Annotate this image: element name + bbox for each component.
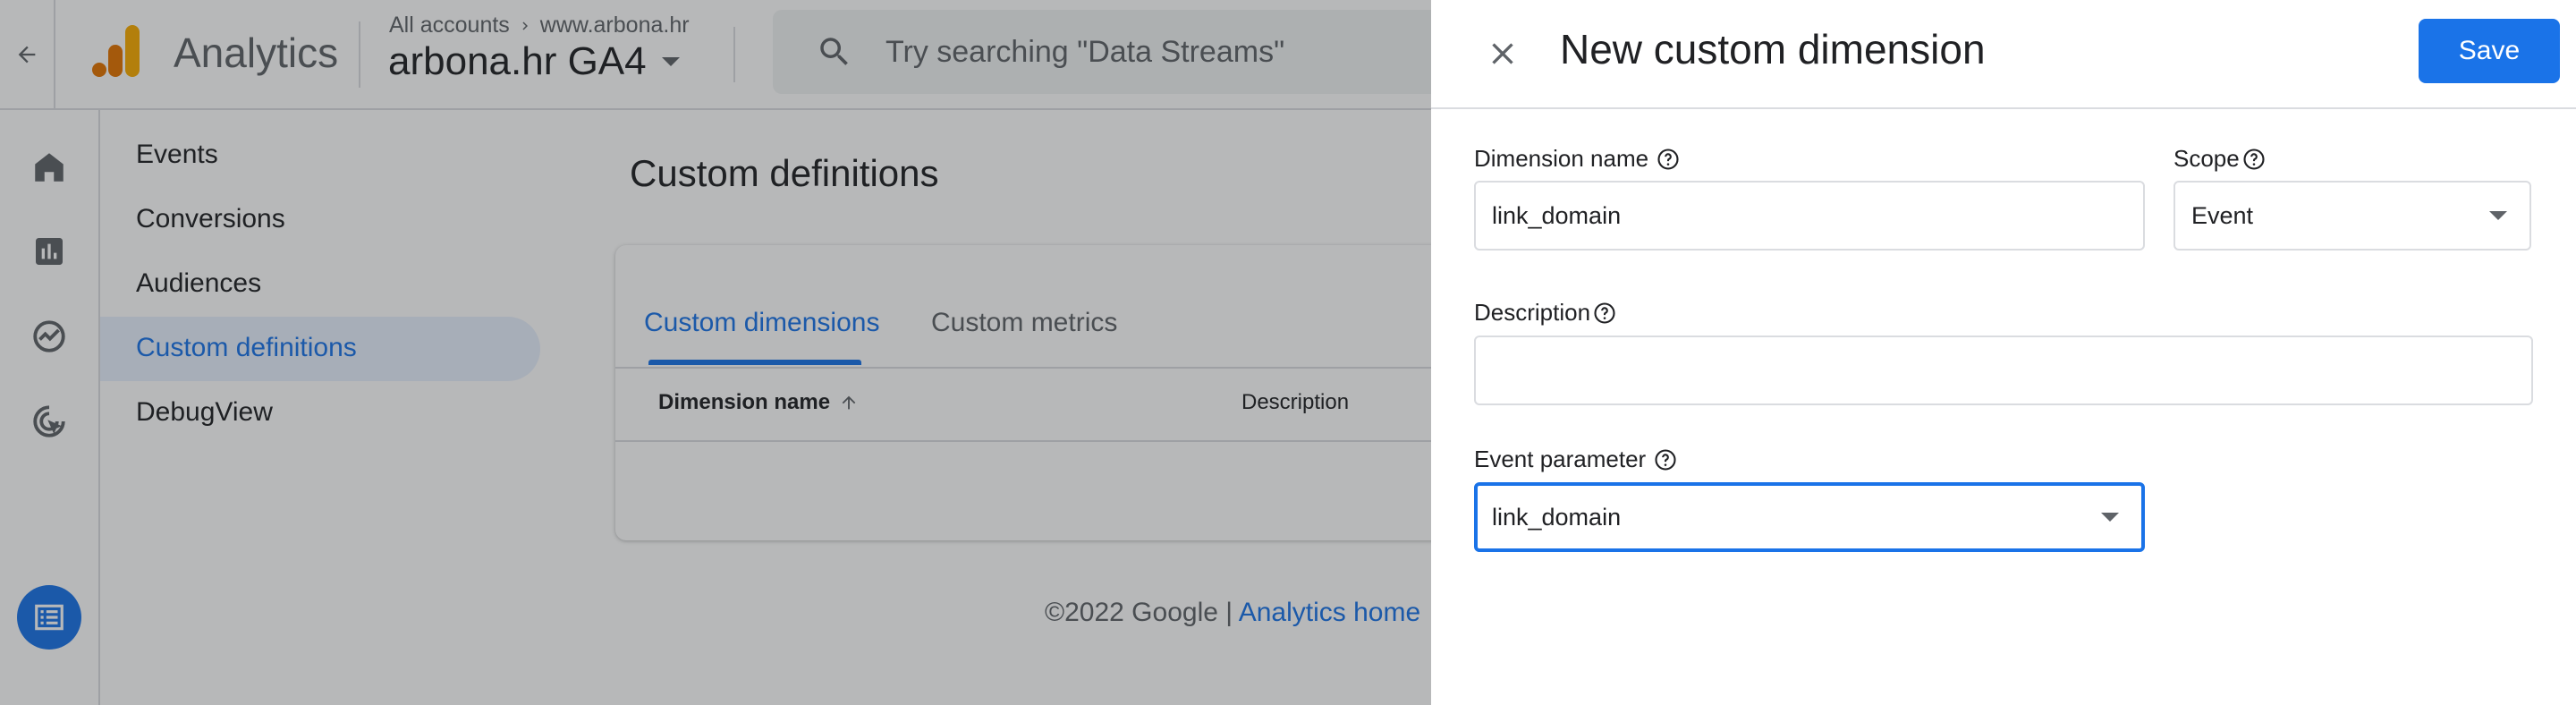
- event-parameter-selected-value: link_domain: [1492, 503, 1622, 531]
- description-label: Description: [1474, 299, 1617, 327]
- field-label-text: Event parameter: [1474, 446, 1647, 472]
- scope-label: Scope: [2174, 145, 2267, 173]
- help-icon[interactable]: [1592, 301, 1617, 326]
- help-icon[interactable]: [1653, 447, 1678, 472]
- panel-header: New custom dimension Save: [1431, 0, 2576, 109]
- help-icon[interactable]: [2241, 147, 2267, 172]
- event-parameter-select[interactable]: link_domain: [1474, 482, 2145, 552]
- panel-title: New custom dimension: [1560, 26, 1986, 72]
- scope-select[interactable]: Event: [2174, 181, 2531, 251]
- description-input[interactable]: [1474, 336, 2533, 405]
- scope-selected-value: Event: [2191, 201, 2254, 229]
- dropdown-arrow-icon: [2100, 512, 2120, 522]
- field-label-text: Scope: [2174, 145, 2240, 172]
- close-button[interactable]: [1478, 29, 1528, 79]
- field-label-text: Description: [1474, 299, 1591, 326]
- dimension-name-input[interactable]: link_domain: [1474, 181, 2145, 251]
- dimension-name-label: Dimension name: [1474, 145, 1681, 173]
- close-icon: [1485, 36, 1521, 72]
- modal-scrim[interactable]: [0, 0, 1431, 705]
- event-parameter-label: Event parameter: [1474, 446, 1678, 473]
- new-custom-dimension-panel: New custom dimension Save Dimension name…: [1431, 0, 2576, 705]
- save-button[interactable]: Save: [2419, 19, 2560, 83]
- dropdown-arrow-icon: [2488, 210, 2508, 221]
- help-icon[interactable]: [1656, 147, 1681, 172]
- field-label-text: Dimension name: [1474, 145, 1649, 172]
